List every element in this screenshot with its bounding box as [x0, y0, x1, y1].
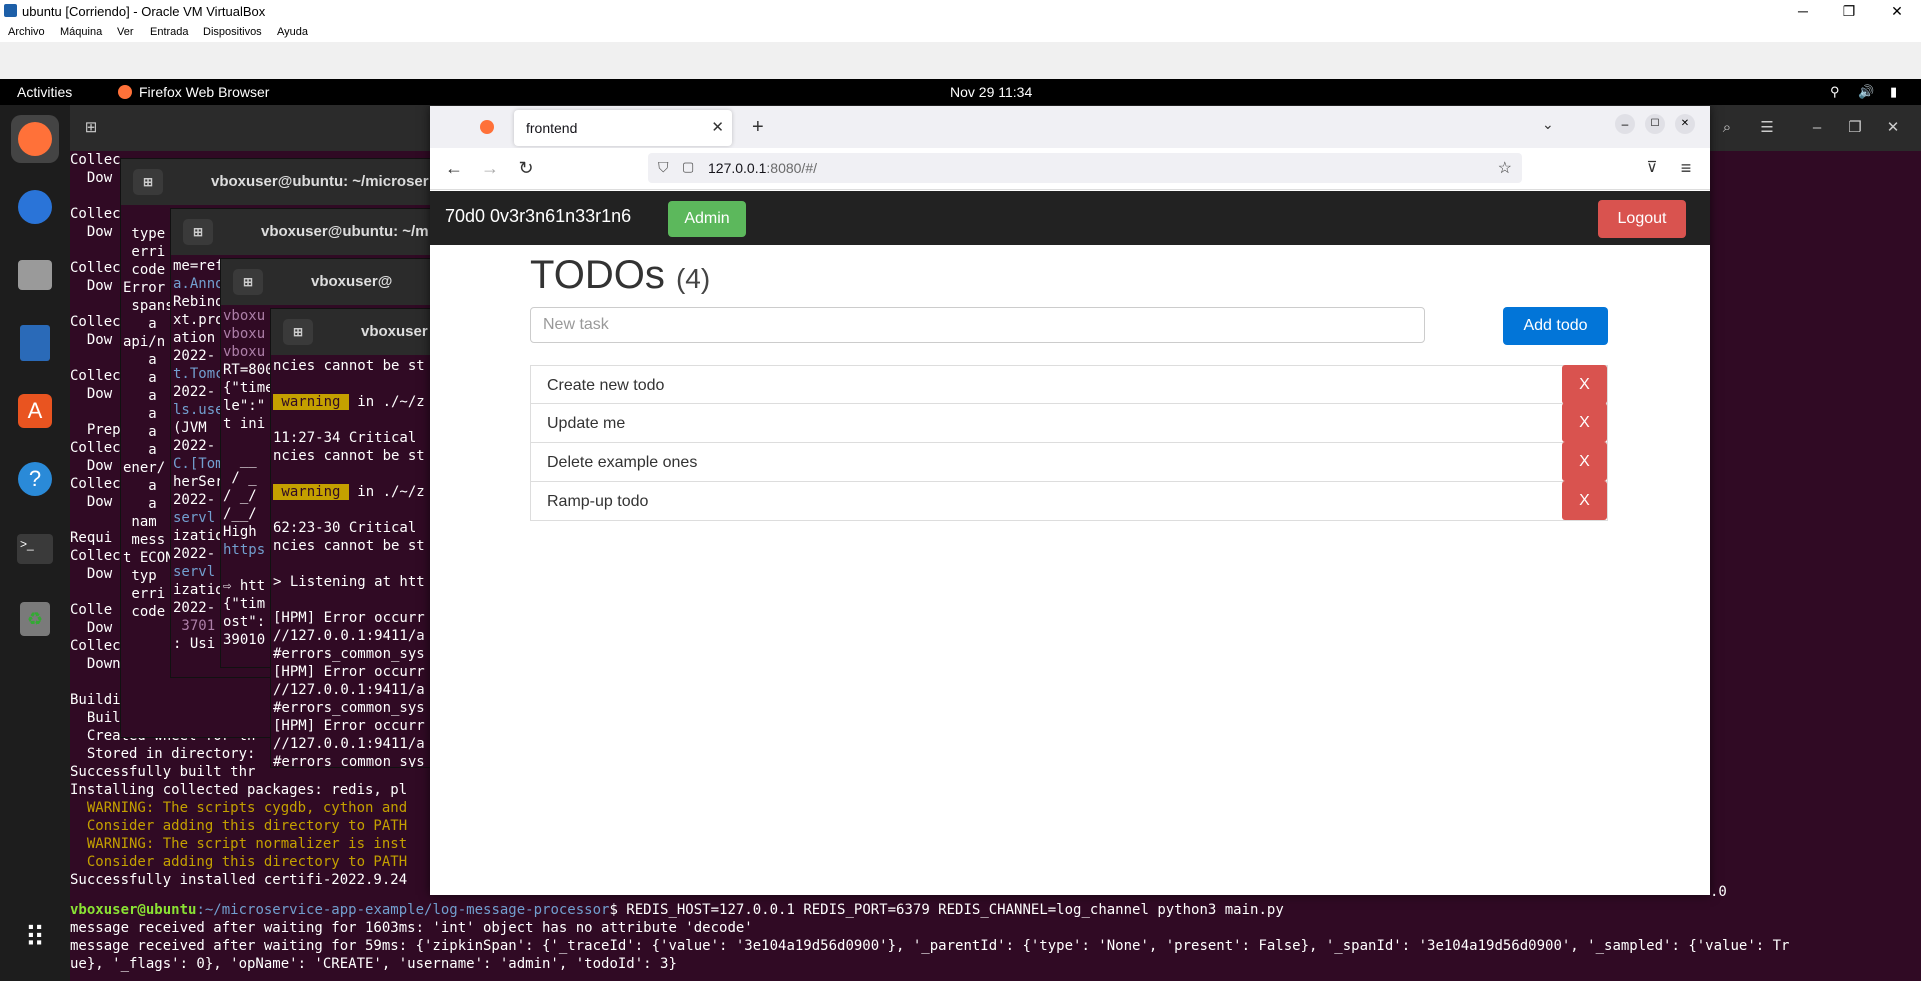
delete-todo-button[interactable]: X	[1562, 403, 1607, 442]
clock[interactable]: Nov 29 11:34	[950, 84, 1032, 100]
close-icon[interactable]: ✕	[1675, 114, 1695, 134]
todo-count: (4)	[675, 263, 711, 294]
terminal-icon[interactable]: >_	[11, 525, 59, 573]
add-todo-button[interactable]: Add todo	[1503, 307, 1608, 345]
show-apps-icon[interactable]: ⠿	[11, 913, 59, 961]
writer-icon[interactable]	[11, 319, 59, 367]
logout-button[interactable]: Logout	[1598, 200, 1686, 238]
terminal-command-line: vboxuser@ubuntu:~/microservice-app-examp…	[70, 902, 1284, 918]
new-tab-icon[interactable]: ⊞	[74, 115, 108, 141]
volume-icon[interactable]: 🔊	[1858, 84, 1874, 100]
ubuntu-dock: A ? >_ ♻ ⠿	[0, 105, 70, 981]
reload-icon[interactable]: ↻	[516, 158, 536, 179]
todo-text: Ramp-up todo	[547, 493, 649, 510]
terminal-window-1-title: ⊞ vboxuser@ubuntu: ~/microser	[121, 159, 459, 205]
vbox-toolbar-strip	[0, 42, 1921, 79]
tab-label: frontend	[526, 120, 578, 136]
new-tab-icon[interactable]: ⊞	[183, 219, 213, 245]
maximize-icon[interactable]: ☐	[1645, 114, 1665, 134]
restore-icon[interactable]: ❐	[1826, 0, 1872, 22]
forward-icon[interactable]: →	[480, 158, 500, 179]
firefox-window[interactable]: frontend ✕ + ⌄ – ☐ ✕ ← → ↻ ⛉ ▢ 127.0.0.1…	[430, 106, 1710, 895]
delete-todo-button[interactable]: X	[1562, 481, 1607, 520]
help-icon[interactable]: ?	[11, 455, 59, 503]
menu-ver[interactable]: Ver	[117, 26, 134, 38]
minimize-icon[interactable]: –	[1800, 115, 1834, 141]
page-title: TODOs (4)	[530, 253, 711, 297]
list-item: Delete example ones X	[530, 442, 1608, 482]
network-icon[interactable]: ⚲	[1830, 84, 1840, 100]
list-item: Update me X	[530, 403, 1608, 443]
admin-button[interactable]: Admin	[668, 201, 746, 237]
minimize-icon[interactable]: ─	[1780, 0, 1826, 22]
minimize-icon[interactable]: –	[1615, 114, 1635, 134]
firefox-tab-strip: frontend ✕ + ⌄ – ☐ ✕	[430, 106, 1710, 148]
url-bar[interactable]: ⛉ ▢ 127.0.0.1:8080/#/ ☆	[648, 153, 1522, 183]
firefox-icon[interactable]	[11, 115, 59, 163]
todo-text: Delete example ones	[547, 454, 698, 471]
new-task-input[interactable]	[530, 307, 1425, 343]
vbox-menu-bar: Archivo Máquina Ver Entrada Dispositivos…	[0, 22, 1921, 42]
search-icon[interactable]: ⌕	[1710, 115, 1744, 141]
list-tabs-icon[interactable]: ⌄	[1542, 116, 1554, 133]
terminal-output-line: ue}, '_flags': 0}, 'opName': 'CREATE', '…	[70, 956, 677, 972]
pocket-icon[interactable]: ⊽	[1642, 158, 1662, 176]
url-text: 127.0.0.1:8080/#/	[708, 160, 817, 176]
activities-button[interactable]: Activities	[17, 84, 72, 100]
new-tab-icon[interactable]: +	[752, 116, 764, 139]
close-icon[interactable]: ✕	[1874, 0, 1920, 22]
todo-text: Create new todo	[547, 377, 665, 394]
bookmark-star-icon[interactable]: ☆	[1498, 158, 1512, 178]
thunderbird-icon[interactable]	[11, 183, 59, 231]
terminal-output-line: message received after waiting for 1603m…	[70, 920, 753, 936]
tab-frontend[interactable]: frontend ✕	[514, 110, 732, 146]
firefox-view-icon[interactable]	[480, 120, 494, 134]
active-app-label[interactable]: Firefox Web Browser	[139, 84, 269, 100]
todo-text: Update me	[547, 415, 626, 432]
menu-archivo[interactable]: Archivo	[8, 26, 45, 38]
virtualbox-icon	[4, 4, 17, 17]
new-tab-icon[interactable]: ⊞	[233, 269, 263, 295]
menu-dispositivos[interactable]: Dispositivos	[203, 26, 262, 38]
maximize-icon[interactable]: ❐	[1838, 115, 1872, 141]
delete-todo-button[interactable]: X	[1562, 442, 1607, 481]
close-icon[interactable]: ✕	[1876, 115, 1910, 141]
menu-ayuda[interactable]: Ayuda	[277, 26, 308, 38]
app-menu-icon[interactable]: ≡	[1676, 158, 1696, 179]
battery-icon[interactable]: ▮	[1890, 84, 1897, 100]
back-icon[interactable]: ←	[444, 158, 464, 179]
trash-icon[interactable]: ♻	[11, 595, 59, 643]
terminal-tail-text: .0	[1710, 884, 1727, 900]
firefox-nav-bar: ← → ↻ ⛉ ▢ 127.0.0.1:8080/#/ ☆ ⊽ ≡	[430, 148, 1710, 190]
software-center-icon[interactable]: A	[11, 387, 59, 435]
shield-icon[interactable]: ⛉	[658, 159, 669, 176]
menu-entrada[interactable]: Entrada	[150, 26, 189, 38]
terminal-output-line: message received after waiting for 59ms:…	[70, 938, 1790, 954]
todo-list: Create new todo X Update me X Delete exa…	[530, 365, 1608, 521]
app-brand[interactable]: 70d0 0v3r3n61n33r1n6	[445, 206, 631, 227]
new-tab-icon[interactable]: ⊞	[283, 319, 313, 345]
lock-icon[interactable]: ▢	[682, 159, 694, 175]
firefox-icon	[118, 85, 132, 99]
tab-close-icon[interactable]: ✕	[711, 118, 724, 136]
new-tab-icon[interactable]: ⊞	[133, 169, 163, 195]
delete-todo-button[interactable]: X	[1562, 365, 1607, 404]
vbox-title-bar: ubuntu [Corriendo] - Oracle VM VirtualBo…	[0, 0, 1921, 22]
app-navbar: 70d0 0v3r3n61n33r1n6 Admin Logout	[430, 191, 1710, 245]
list-item: Ramp-up todo X	[530, 481, 1608, 521]
ubuntu-top-bar: Activities Firefox Web Browser Nov 29 11…	[0, 79, 1921, 105]
menu-icon[interactable]: ☰	[1750, 115, 1784, 141]
files-icon[interactable]	[11, 251, 59, 299]
list-item: Create new todo X	[530, 365, 1608, 404]
menu-maquina[interactable]: Máquina	[60, 26, 102, 38]
app-content: TODOs (4) Add todo Create new todo X Upd…	[430, 245, 1710, 895]
terminal-window-2-title: ⊞ vboxuser@ubuntu: ~/m	[171, 209, 469, 255]
vbox-window-title: ubuntu [Corriendo] - Oracle VM VirtualBo…	[22, 4, 266, 19]
